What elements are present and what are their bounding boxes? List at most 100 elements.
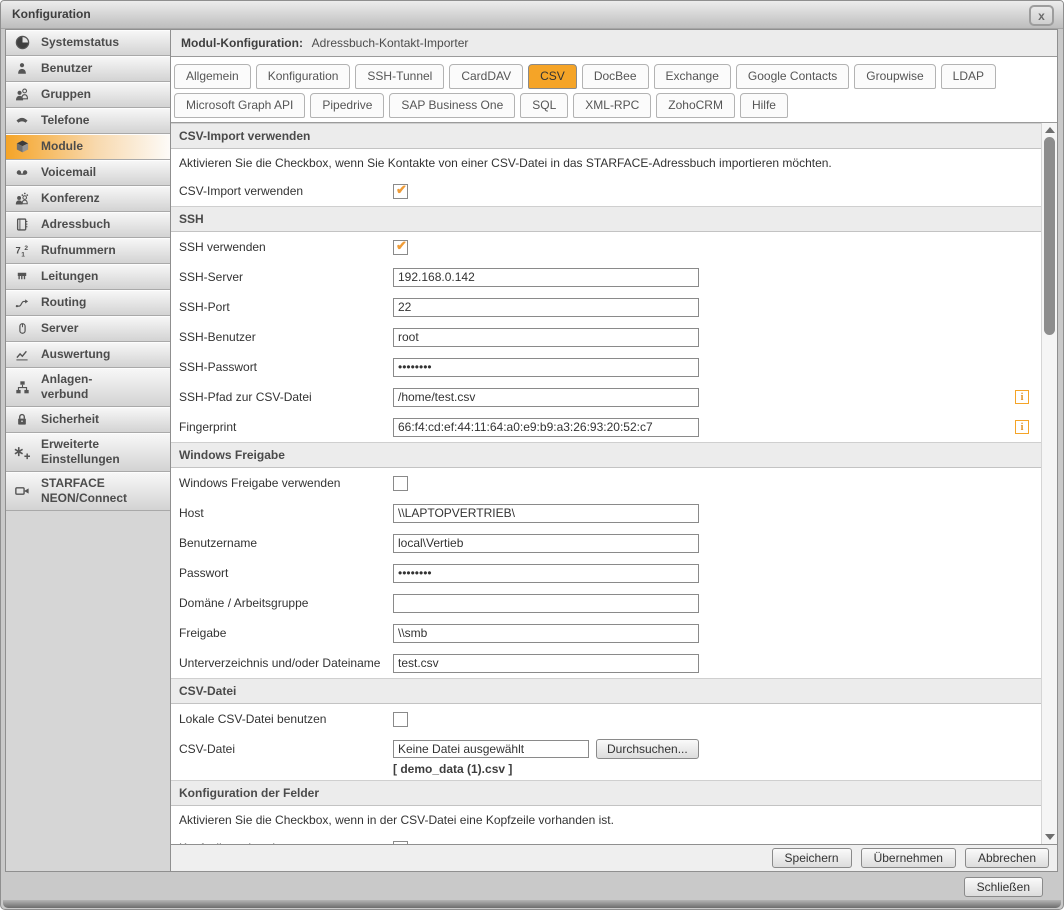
tab-ldap[interactable]: LDAP: [941, 64, 996, 89]
sidebar-item-label: Voicemail: [41, 165, 96, 180]
tab-groupwise[interactable]: Groupwise: [854, 64, 935, 89]
sidebar-item-starface-neon-connect[interactable]: STARFACE NEON/Connect: [6, 472, 170, 511]
file-chosen-text: Keine Datei ausgewählt: [393, 740, 589, 758]
sidebar-item-label: Module: [41, 139, 83, 154]
tab-xml-rpc[interactable]: XML-RPC: [573, 93, 651, 118]
section-header-ssh: SSH: [171, 206, 1041, 232]
tab-exchange[interactable]: Exchange: [654, 64, 731, 89]
ssh-server-input[interactable]: [393, 268, 699, 287]
selected-file-note: [ demo_data (1).csv ]: [393, 762, 699, 776]
unterverzeichnis-und-oder-dateiname-input[interactable]: [393, 654, 699, 673]
passwort-input[interactable]: [393, 564, 699, 583]
tab-microsoft-graph-api[interactable]: Microsoft Graph API: [174, 93, 305, 118]
sicherheit-icon: [12, 412, 32, 428]
tab-bar: AllgemeinKonfigurationSSH-TunnelCardDAVC…: [171, 57, 1057, 122]
close-icon: x: [1038, 10, 1045, 22]
section-header-csv-import-verwenden: CSV-Import verwenden: [171, 123, 1041, 149]
sidebar-item-anlagen-verbund[interactable]: Anlagen- verbund: [6, 368, 170, 407]
window-body: Systemstatus Benutzer Gruppen Telefone Modul…: [5, 29, 1058, 872]
tab-hilfe[interactable]: Hilfe: [740, 93, 788, 118]
windows-freigabe-verwenden-checkbox[interactable]: [393, 476, 408, 491]
dom-ne-arbeitsgruppe-input[interactable]: [393, 594, 699, 613]
tab-sap-business-one[interactable]: SAP Business One: [389, 93, 515, 118]
save-button[interactable]: Speichern: [772, 848, 852, 868]
csv-import-verwenden-checkbox[interactable]: ✔: [393, 184, 408, 199]
sidebar-item-auswertung[interactable]: Auswertung: [6, 342, 170, 368]
sidebar-item-rufnummern[interactable]: 712Rufnummern: [6, 238, 170, 264]
scroll-down-icon[interactable]: [1045, 834, 1055, 840]
sidebar-item-adressbuch[interactable]: Adressbuch: [6, 212, 170, 238]
info-icon[interactable]: i: [1015, 390, 1029, 404]
lokale-csv-datei-benutzen-checkbox[interactable]: [393, 712, 408, 727]
sidebar-item-gruppen[interactable]: Gruppen: [6, 82, 170, 108]
sidebar-item-systemstatus[interactable]: Systemstatus: [6, 30, 170, 56]
titlebar[interactable]: Konfiguration x: [1, 1, 1063, 29]
field-label: Windows Freigabe verwenden: [179, 476, 393, 490]
info-icon[interactable]: i: [1015, 420, 1029, 434]
sidebar-item-leitungen[interactable]: Leitungen: [6, 264, 170, 290]
ssh-verwenden-checkbox[interactable]: ✔: [393, 240, 408, 255]
telefone-icon: [12, 113, 32, 129]
scrollbar[interactable]: [1041, 123, 1057, 844]
sidebar-item-sicherheit[interactable]: Sicherheit: [6, 407, 170, 433]
tab-konfiguration[interactable]: Konfiguration: [256, 64, 351, 89]
sidebar-item-server[interactable]: Server: [6, 316, 170, 342]
sidebar-item-erweiterte-einstellungen[interactable]: Erweiterte Einstellungen: [6, 433, 170, 472]
field-row-csv-import-verwenden: CSV-Import verwenden✔: [171, 176, 1041, 206]
benutzername-input[interactable]: [393, 534, 699, 553]
sidebar-item-label: Sicherheit: [41, 412, 99, 427]
tab-pipedrive[interactable]: Pipedrive: [310, 93, 384, 118]
browse-button[interactable]: Durchsuchen...: [596, 739, 699, 759]
tab-csv[interactable]: CSV: [528, 64, 577, 89]
svg-text:2: 2: [24, 245, 28, 252]
sidebar-item-benutzer[interactable]: Benutzer: [6, 56, 170, 82]
tab-zohocrm[interactable]: ZohoCRM: [656, 93, 735, 118]
sidebar-item-routing[interactable]: Routing: [6, 290, 170, 316]
rufnummern-icon: 712: [12, 243, 32, 259]
close-button[interactable]: x: [1029, 5, 1054, 26]
section-header-konfiguration-der-felder: Konfiguration der Felder: [171, 780, 1041, 806]
module-header: Modul-Konfiguration: Adressbuch-Kontakt-…: [171, 30, 1057, 57]
sidebar-item-konferenz[interactable]: Konferenz: [6, 186, 170, 212]
routing-icon: [12, 295, 32, 311]
systemstatus-icon: [12, 35, 32, 51]
leitungen-icon: [12, 269, 32, 285]
sidebar-item-label: Telefone: [41, 113, 89, 128]
kopfzeile-vorhanden-checkbox[interactable]: [393, 841, 408, 845]
sidebar-item-label: Systemstatus: [41, 35, 119, 50]
tab-allgemein[interactable]: Allgemein: [174, 64, 251, 89]
cancel-button[interactable]: Abbrechen: [965, 848, 1049, 868]
ssh-pfad-zur-csv-datei-input[interactable]: [393, 388, 699, 407]
tab-ssh-tunnel[interactable]: SSH-Tunnel: [355, 64, 444, 89]
module-content: CSV-Import verwendenAktivieren Sie die C…: [171, 122, 1057, 844]
host-input[interactable]: [393, 504, 699, 523]
tab-google-contacts[interactable]: Google Contacts: [736, 64, 849, 89]
field-label: Domäne / Arbeitsgruppe: [179, 596, 393, 610]
ssh-port-input[interactable]: [393, 298, 699, 317]
scrollbar-thumb[interactable]: [1044, 137, 1055, 335]
tab-carddav[interactable]: CardDAV: [449, 64, 523, 89]
sidebar-item-telefone[interactable]: Telefone: [6, 108, 170, 134]
tab-docbee[interactable]: DocBee: [582, 64, 649, 89]
tab-sql[interactable]: SQL: [520, 93, 568, 118]
sidebar-item-label: Benutzer: [41, 61, 92, 76]
module-header-label: Modul-Konfiguration:: [181, 36, 303, 50]
sidebar-item-module[interactable]: Module: [6, 134, 170, 160]
sidebar-item-label: Routing: [41, 295, 86, 310]
freigabe-input[interactable]: [393, 624, 699, 643]
fingerprint-input[interactable]: [393, 418, 699, 437]
field-row-kopfzeile-vorhanden: Kopfzeile vorhanden: [171, 833, 1041, 844]
close-window-button[interactable]: Schließen: [964, 877, 1043, 897]
ssh-benutzer-input[interactable]: [393, 328, 699, 347]
sidebar-item-label: Erweiterte Einstellungen: [41, 437, 120, 467]
section-header-windows-freigabe: Windows Freigabe: [171, 442, 1041, 468]
scroll-up-icon[interactable]: [1045, 127, 1055, 133]
field-row-ssh-port: SSH-Port: [171, 292, 1041, 322]
ssh-passwort-input[interactable]: [393, 358, 699, 377]
description-text: Aktivieren Sie die Checkbox, wenn Sie Ko…: [171, 149, 1041, 176]
field-label: SSH-Passwort: [179, 360, 393, 374]
field-row-ssh-verwenden: SSH verwenden✔: [171, 232, 1041, 262]
sidebar-item-voicemail[interactable]: Voicemail: [6, 160, 170, 186]
apply-button[interactable]: Übernehmen: [861, 848, 956, 868]
description-text: Aktivieren Sie die Checkbox, wenn in der…: [171, 806, 1041, 833]
